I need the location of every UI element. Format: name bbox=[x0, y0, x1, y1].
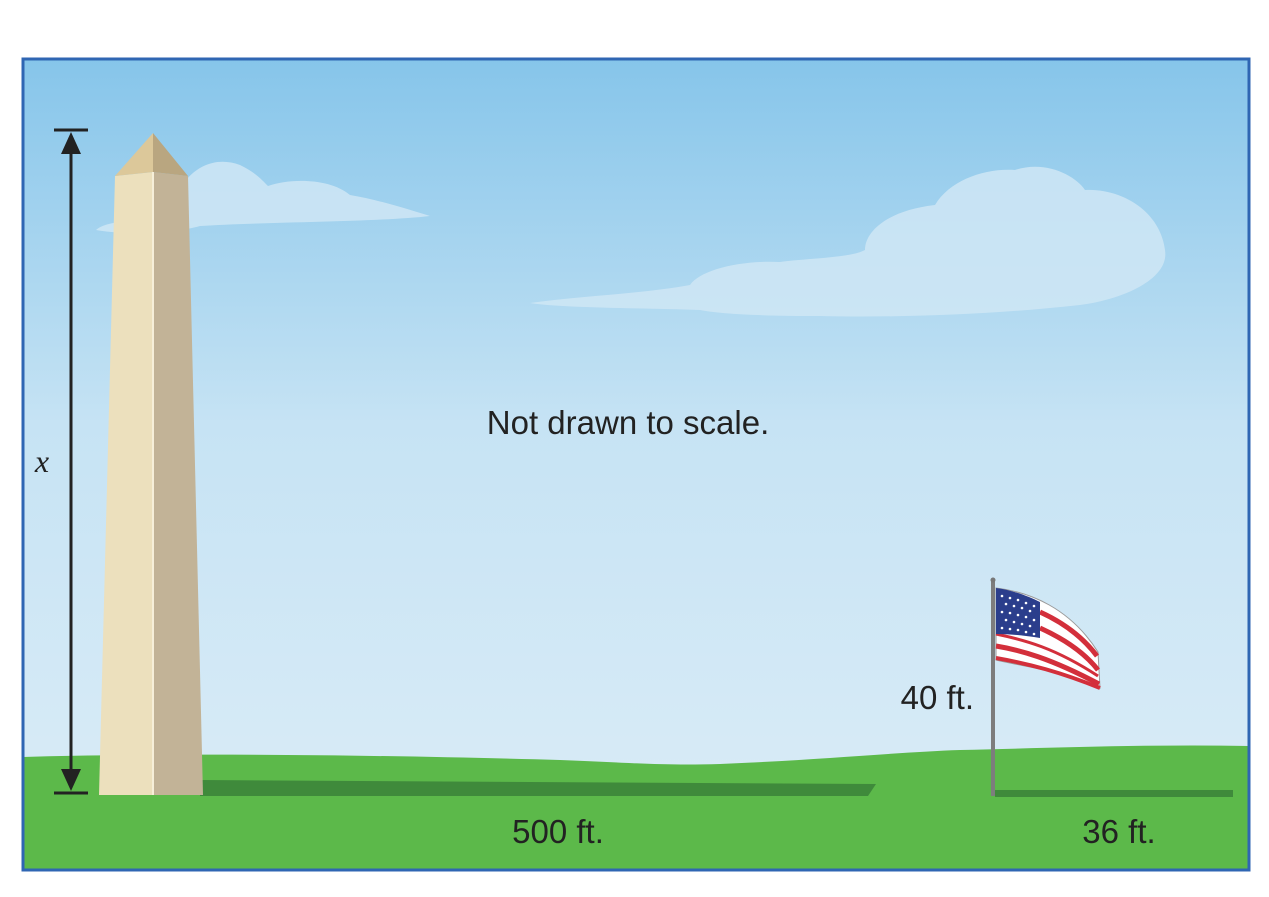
grass bbox=[23, 745, 1249, 870]
monument bbox=[99, 133, 203, 795]
flagpole-shadow-label: 36 ft. bbox=[1082, 813, 1155, 850]
monument-shadow-label: 500 ft. bbox=[512, 813, 604, 850]
flagpole-shadow bbox=[995, 790, 1233, 797]
caption-text: Not drawn to scale. bbox=[487, 404, 769, 441]
flagpole-height-label: 40 ft. bbox=[901, 679, 974, 716]
monument-height-label: x bbox=[34, 443, 49, 479]
flagpole bbox=[991, 580, 995, 796]
diagram-scene: Not drawn to scale. x 40 ft. 500 ft. 36 … bbox=[21, 57, 1251, 872]
flagpole-finial bbox=[990, 577, 996, 583]
